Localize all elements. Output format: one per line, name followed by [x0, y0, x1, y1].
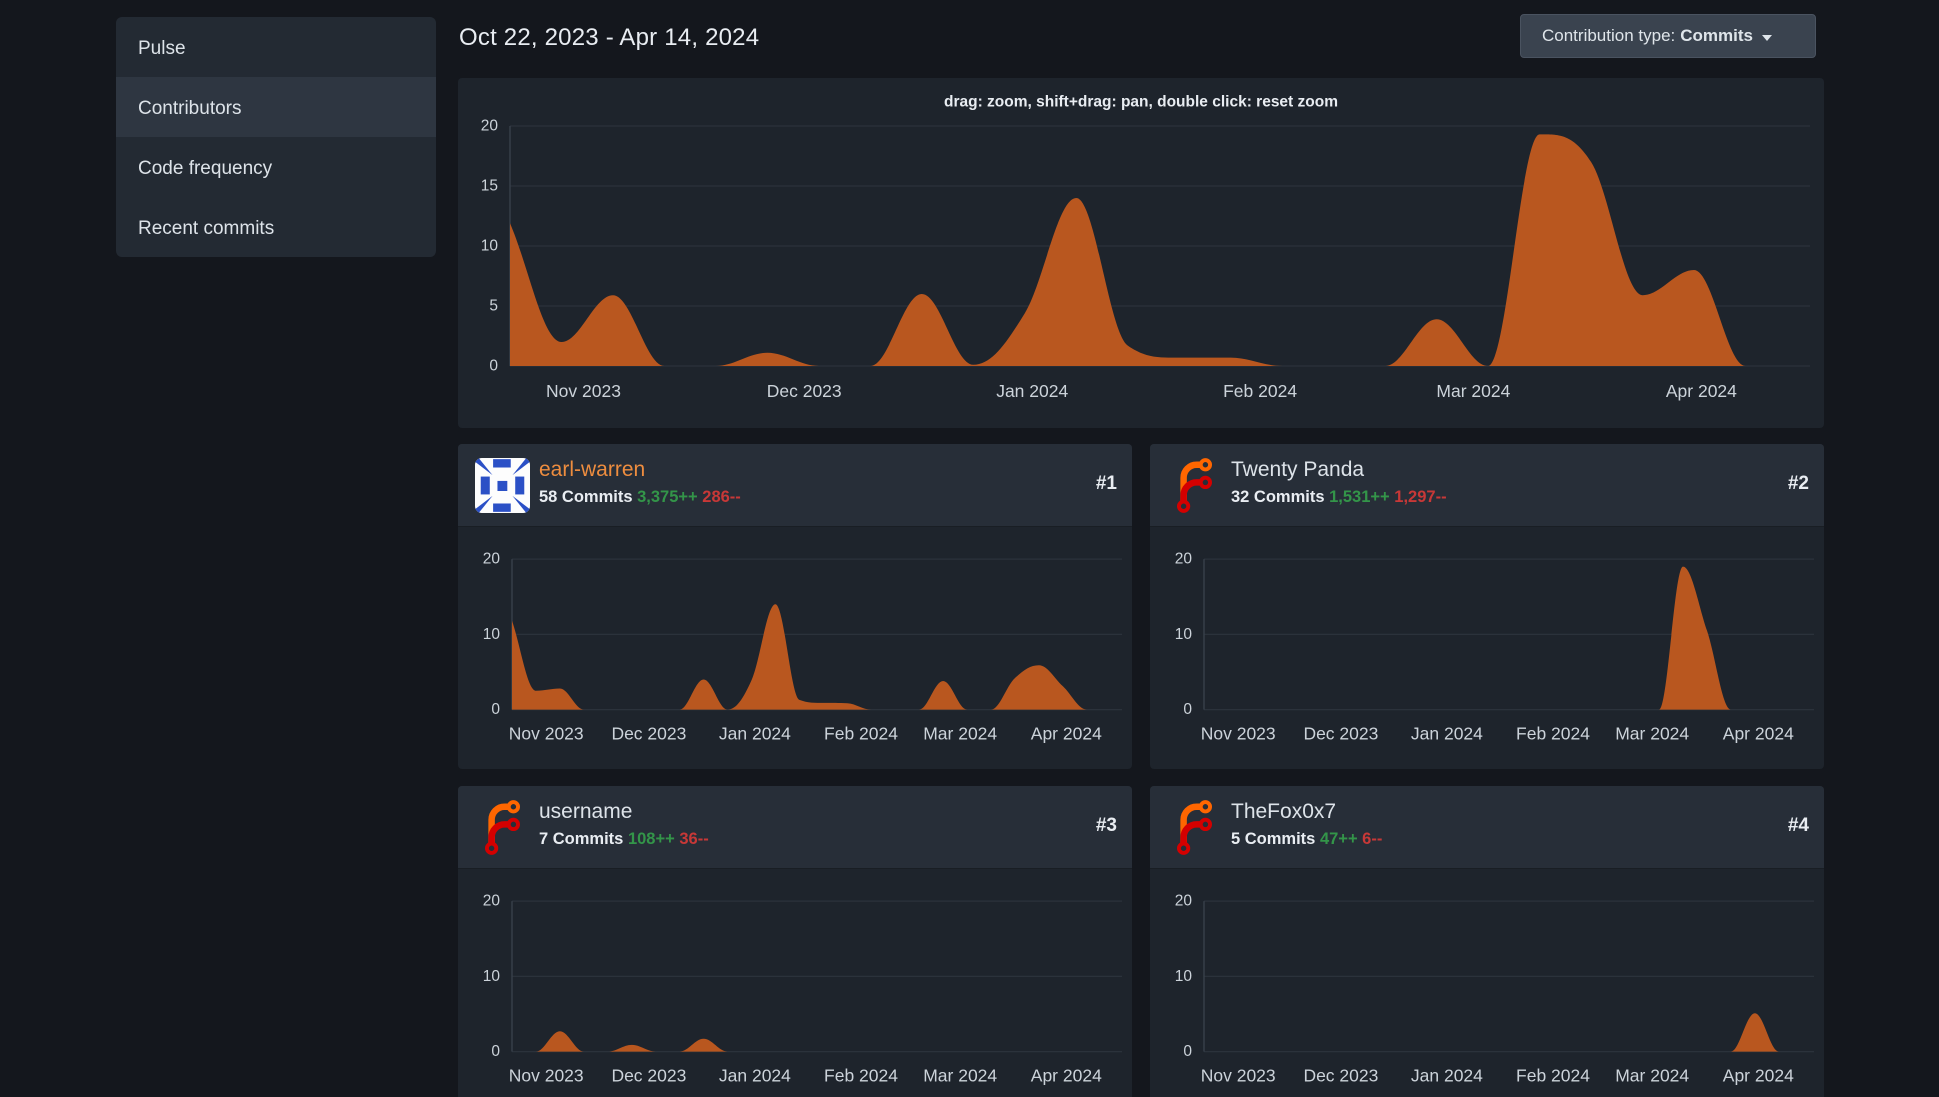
- svg-text:Feb 2024: Feb 2024: [1516, 1066, 1590, 1086]
- svg-text:Jan 2024: Jan 2024: [1411, 1066, 1483, 1086]
- svg-text:0: 0: [1183, 701, 1192, 718]
- svg-text:Apr 2024: Apr 2024: [1723, 724, 1794, 744]
- svg-text:Mar 2024: Mar 2024: [923, 1066, 997, 1086]
- svg-text:Apr 2024: Apr 2024: [1666, 381, 1737, 401]
- svg-text:0: 0: [1183, 1043, 1192, 1060]
- svg-text:Mar 2024: Mar 2024: [1615, 724, 1689, 744]
- svg-text:15: 15: [481, 178, 498, 195]
- svg-text:20: 20: [1175, 893, 1193, 910]
- svg-text:Nov 2023: Nov 2023: [509, 1066, 584, 1086]
- svg-text:Dec 2023: Dec 2023: [1303, 724, 1378, 744]
- svg-text:Nov 2023: Nov 2023: [546, 381, 621, 401]
- svg-text:Feb 2024: Feb 2024: [824, 1066, 898, 1086]
- svg-text:Jan 2024: Jan 2024: [719, 1066, 791, 1086]
- svg-text:10: 10: [483, 626, 501, 643]
- svg-text:Jan 2024: Jan 2024: [1411, 724, 1483, 744]
- svg-text:10: 10: [1175, 626, 1193, 643]
- svg-text:Dec 2023: Dec 2023: [767, 381, 842, 401]
- svg-text:Dec 2023: Dec 2023: [1303, 1066, 1378, 1086]
- svg-text:Nov 2023: Nov 2023: [1201, 724, 1276, 744]
- svg-text:Apr 2024: Apr 2024: [1031, 724, 1102, 744]
- svg-text:Apr 2024: Apr 2024: [1031, 1066, 1102, 1086]
- svg-text:5: 5: [489, 298, 498, 315]
- svg-text:Dec 2023: Dec 2023: [611, 724, 686, 744]
- svg-text:20: 20: [483, 893, 501, 910]
- svg-text:Jan 2024: Jan 2024: [719, 724, 791, 744]
- svg-text:Feb 2024: Feb 2024: [1516, 724, 1590, 744]
- svg-text:0: 0: [491, 1043, 500, 1060]
- svg-text:0: 0: [489, 358, 498, 375]
- svg-text:Mar 2024: Mar 2024: [1615, 1066, 1689, 1086]
- svg-text:Mar 2024: Mar 2024: [923, 724, 997, 744]
- svg-text:Jan 2024: Jan 2024: [996, 381, 1068, 401]
- svg-text:Feb 2024: Feb 2024: [824, 724, 898, 744]
- svg-text:20: 20: [481, 118, 499, 135]
- svg-text:drag: zoom, shift+drag: pan, d: drag: zoom, shift+drag: pan, double clic…: [944, 94, 1338, 111]
- svg-text:Nov 2023: Nov 2023: [509, 724, 584, 744]
- svg-text:Nov 2023: Nov 2023: [1201, 1066, 1276, 1086]
- svg-text:10: 10: [1175, 968, 1193, 985]
- svg-text:Dec 2023: Dec 2023: [611, 1066, 686, 1086]
- svg-text:20: 20: [1175, 551, 1193, 568]
- svg-text:Apr 2024: Apr 2024: [1723, 1066, 1794, 1086]
- svg-text:Feb 2024: Feb 2024: [1223, 381, 1297, 401]
- svg-text:20: 20: [483, 551, 501, 568]
- svg-text:Mar 2024: Mar 2024: [1436, 381, 1510, 401]
- svg-text:10: 10: [481, 238, 499, 255]
- svg-text:10: 10: [483, 968, 501, 985]
- svg-text:0: 0: [491, 701, 500, 718]
